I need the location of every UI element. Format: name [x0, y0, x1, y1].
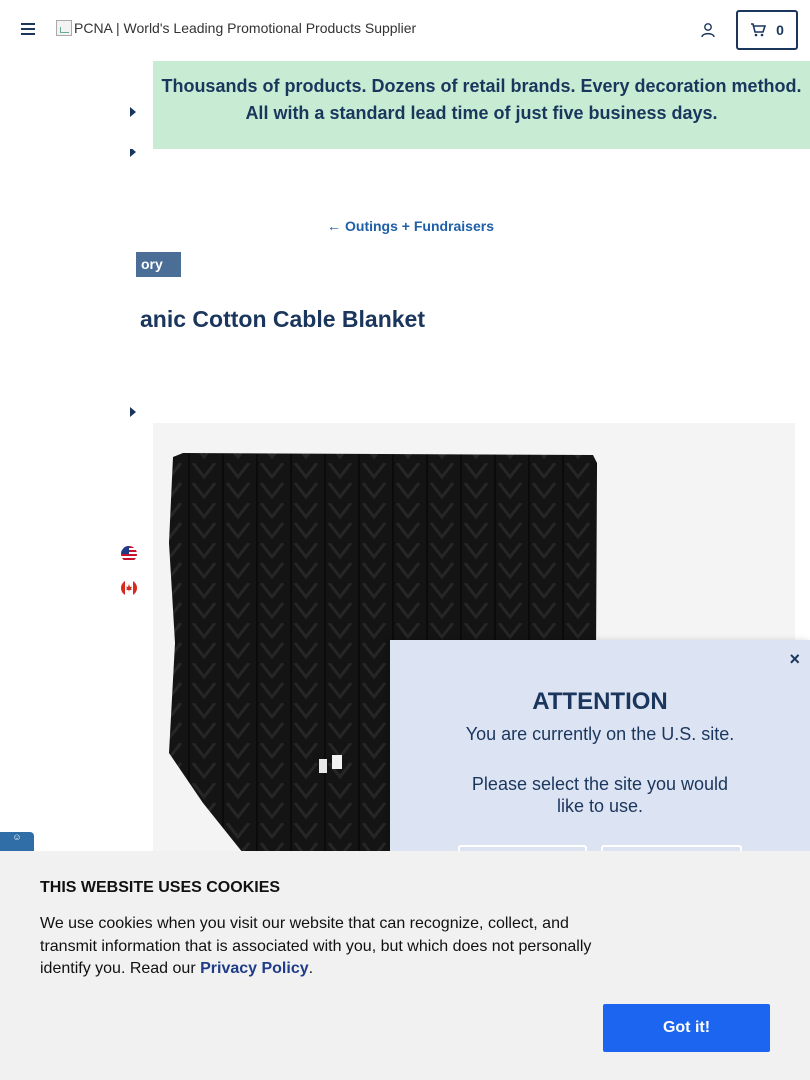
canada-flag-icon[interactable]	[121, 580, 137, 596]
cart-icon	[751, 23, 767, 37]
expand-arrow-icon[interactable]	[130, 107, 136, 117]
banner-left-mask	[0, 61, 153, 149]
cookie-body: We use cookies when you visit our websit…	[40, 915, 592, 977]
back-to-category-link[interactable]: ← Outings + Fundraisers	[327, 218, 494, 234]
cookie-heading: THIS WEBSITE USES COOKIES	[40, 879, 281, 896]
product-title: anic Cotton Cable Blanket	[140, 306, 425, 332]
arrow-left-icon: ←	[327, 218, 341, 234]
user-icon[interactable]	[700, 22, 716, 38]
popup-heading: ATTENTION	[532, 688, 668, 715]
category-badge: ory	[136, 252, 181, 277]
hamburger-menu-icon[interactable]	[21, 23, 35, 37]
cookie-banner: THIS WEBSITE USES COOKIES We use cookies…	[0, 851, 810, 1080]
expand-arrow-icon[interactable]	[130, 407, 136, 417]
feedback-tab[interactable]: ☺	[0, 832, 34, 852]
current-site-text: You are currently on the U.S. site.	[465, 724, 735, 744]
cookie-message: We use cookies when you visit our websit…	[40, 913, 605, 981]
close-icon[interactable]: ×	[789, 649, 800, 670]
cart-count: 0	[776, 22, 784, 38]
broken-image-icon	[56, 20, 72, 36]
logo-alt-text: PCNA | World's Leading Promotional Produ…	[74, 20, 417, 36]
cart-button[interactable]: 0	[736, 10, 798, 50]
us-flag-icon[interactable]	[121, 546, 137, 562]
cookie-period: .	[308, 960, 314, 977]
select-site-prompt: Please select the site you would like to…	[471, 774, 729, 816]
privacy-policy-link[interactable]: Privacy Policy	[200, 960, 309, 977]
site-selector-popup: × ATTENTION You are currently on the U.S…	[390, 640, 810, 857]
promo-banner-text: Thousands of products. Dozens of retail …	[161, 76, 802, 123]
site-logo[interactable]: PCNA | World's Leading Promotional Produ…	[56, 20, 416, 36]
feedback-icon: ☺	[12, 832, 22, 842]
accept-cookies-button[interactable]: Got it!	[603, 1004, 770, 1052]
promo-banner: Thousands of products. Dozens of retail …	[153, 61, 810, 149]
back-link-label: Outings + Fundraisers	[345, 218, 494, 234]
site-header: PCNA | World's Leading Promotional Produ…	[0, 0, 810, 61]
